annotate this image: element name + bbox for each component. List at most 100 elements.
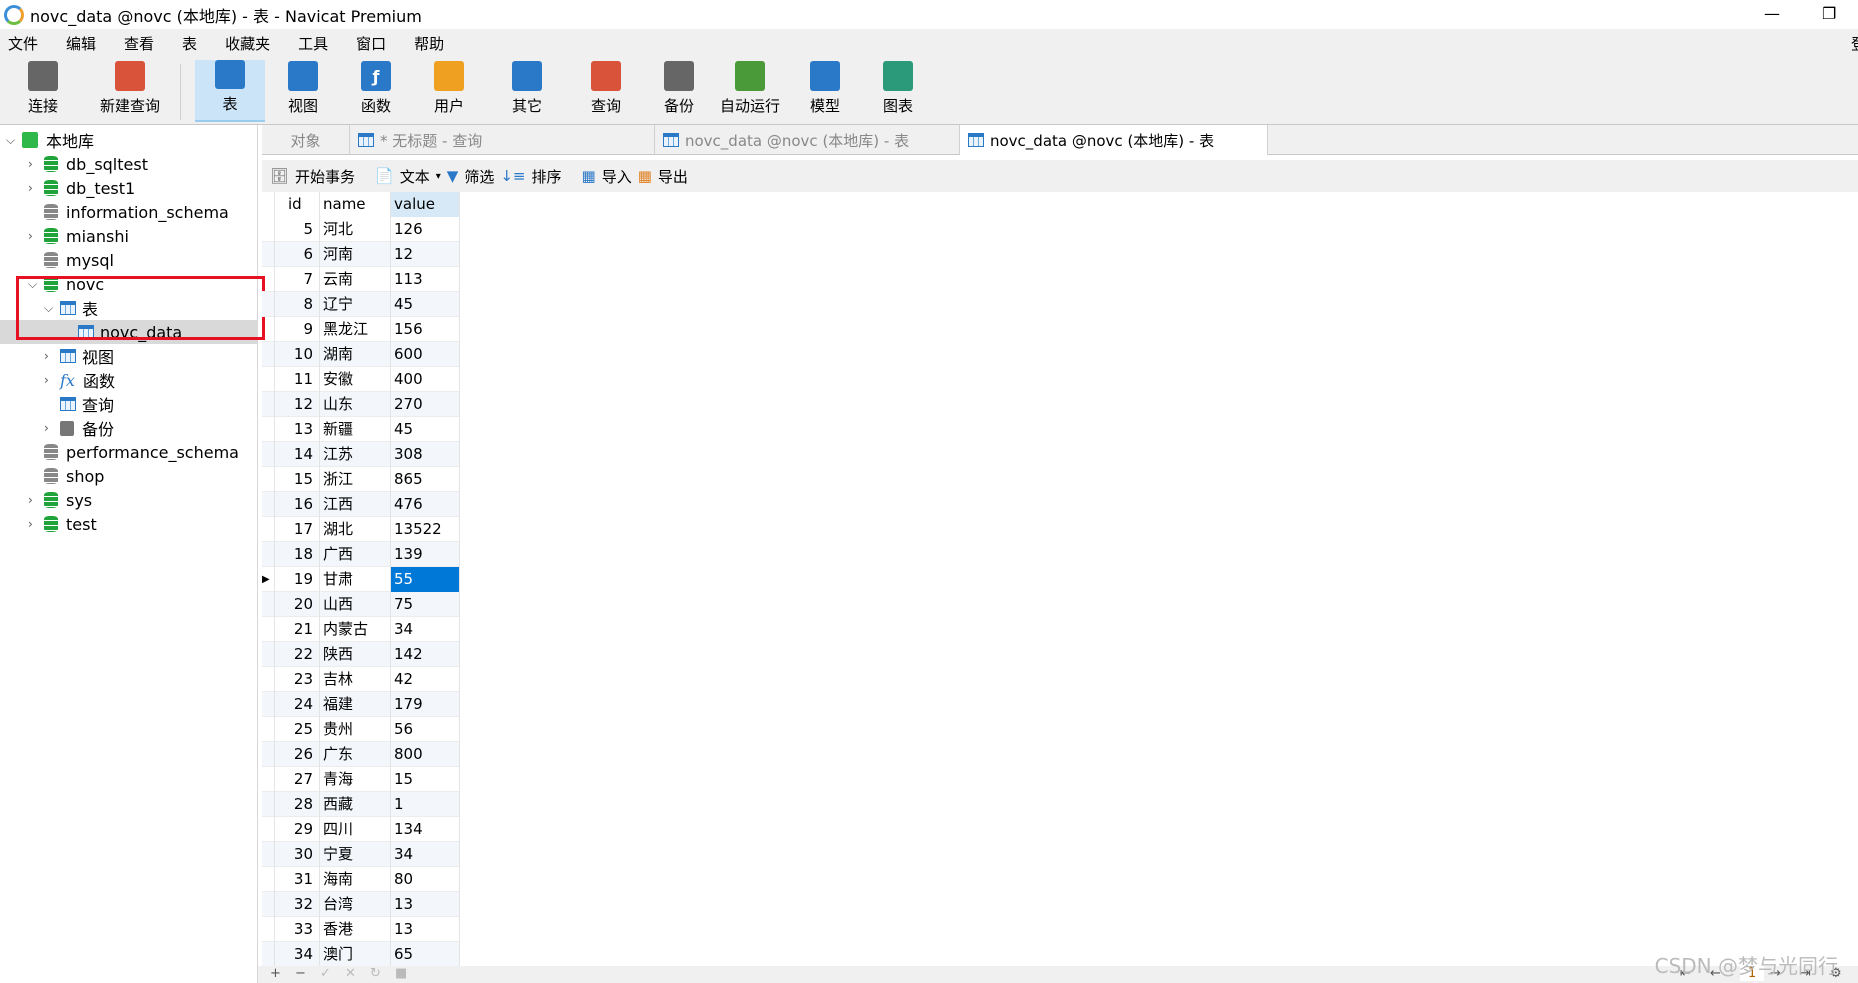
menu-item[interactable]: 文件: [8, 33, 38, 54]
table-row[interactable]: 5 河北 126: [262, 217, 460, 242]
row-indicator[interactable]: [262, 717, 275, 742]
id-cell[interactable]: 10: [275, 342, 320, 367]
name-cell[interactable]: 香港: [320, 917, 391, 942]
value-cell[interactable]: 142: [391, 642, 460, 667]
menu-item[interactable]: 查看: [124, 33, 154, 54]
value-cell[interactable]: 13: [391, 892, 460, 917]
name-cell[interactable]: 安徽: [320, 367, 391, 392]
name-cell[interactable]: 湖南: [320, 342, 391, 367]
toolbar-button-8[interactable]: 备份: [644, 60, 714, 122]
value-cell[interactable]: 308: [391, 442, 460, 467]
id-cell[interactable]: 20: [275, 592, 320, 617]
table-row[interactable]: 28 西藏 1: [262, 792, 460, 817]
table-row[interactable]: 16 江西 476: [262, 492, 460, 517]
name-cell[interactable]: 贵州: [320, 717, 391, 742]
row-indicator[interactable]: [262, 242, 275, 267]
table-row[interactable]: 8 辽宁 45: [262, 292, 460, 317]
tree-item[interactable]: › db_sqltest: [0, 152, 258, 176]
record-button-1[interactable]: −: [295, 966, 306, 981]
id-cell[interactable]: 21: [275, 617, 320, 642]
toolbar-button-7[interactable]: 查询: [571, 60, 641, 122]
value-cell[interactable]: 139: [391, 542, 460, 567]
collapse-chevron-icon[interactable]: ›: [28, 493, 33, 507]
row-indicator[interactable]: [262, 442, 275, 467]
id-cell[interactable]: 12: [275, 392, 320, 417]
name-cell[interactable]: 山东: [320, 392, 391, 417]
row-indicator[interactable]: [262, 342, 275, 367]
column-header-value[interactable]: value: [391, 192, 460, 217]
table-row[interactable]: 7 云南 113: [262, 267, 460, 292]
row-indicator[interactable]: ▶: [262, 567, 275, 592]
data-grid[interactable]: id name value 5 河北 126 6 河南 12 7 云南 113 8 辽宁 45 9 黑龙江 156…: [262, 192, 460, 967]
row-indicator[interactable]: [262, 942, 275, 967]
name-cell[interactable]: 山西: [320, 592, 391, 617]
name-cell[interactable]: 江西: [320, 492, 391, 517]
name-cell[interactable]: 浙江: [320, 467, 391, 492]
row-indicator[interactable]: [262, 842, 275, 867]
record-button-0[interactable]: +: [270, 966, 281, 981]
name-cell[interactable]: 台湾: [320, 892, 391, 917]
toolbar-button-4[interactable]: ƒ 函数: [341, 60, 411, 122]
row-indicator[interactable]: [262, 642, 275, 667]
id-cell[interactable]: 8: [275, 292, 320, 317]
row-indicator[interactable]: [262, 542, 275, 567]
menu-item[interactable]: 表: [182, 33, 197, 54]
name-cell[interactable]: 湖北: [320, 517, 391, 542]
table-row[interactable]: 32 台湾 13: [262, 892, 460, 917]
table-row[interactable]: 13 新疆 45: [262, 417, 460, 442]
name-cell[interactable]: 福建: [320, 692, 391, 717]
row-indicator[interactable]: [262, 467, 275, 492]
name-cell[interactable]: 海南: [320, 867, 391, 892]
table-row[interactable]: 27 青海 15: [262, 767, 460, 792]
sort-button[interactable]: 排序: [532, 166, 562, 187]
tree-item[interactable]: › sys: [0, 488, 258, 512]
import-button[interactable]: 导入: [602, 166, 632, 187]
tree-item[interactable]: › fx 函数: [0, 368, 258, 392]
tree-item[interactable]: › mianshi: [0, 224, 258, 248]
menu-item[interactable]: 收藏夹: [225, 33, 270, 54]
menu-item[interactable]: 帮助: [414, 33, 444, 54]
row-indicator[interactable]: [262, 892, 275, 917]
table-row[interactable]: 29 四川 134: [262, 817, 460, 842]
collapse-chevron-icon[interactable]: ›: [44, 373, 49, 387]
name-cell[interactable]: 黑龙江: [320, 317, 391, 342]
row-indicator[interactable]: [262, 317, 275, 342]
name-cell[interactable]: 四川: [320, 817, 391, 842]
name-cell[interactable]: 新疆: [320, 417, 391, 442]
collapse-chevron-icon[interactable]: ›: [28, 517, 33, 531]
id-cell[interactable]: 31: [275, 867, 320, 892]
menu-item[interactable]: 窗口: [356, 33, 386, 54]
name-cell[interactable]: 西藏: [320, 792, 391, 817]
id-cell[interactable]: 6: [275, 242, 320, 267]
name-cell[interactable]: 内蒙古: [320, 617, 391, 642]
name-cell[interactable]: 澳门: [320, 942, 391, 967]
name-cell[interactable]: 青海: [320, 767, 391, 792]
id-cell[interactable]: 5: [275, 217, 320, 242]
name-cell[interactable]: 广西: [320, 542, 391, 567]
id-cell[interactable]: 9: [275, 317, 320, 342]
value-cell[interactable]: 156: [391, 317, 460, 342]
filter-button[interactable]: 筛选: [464, 166, 494, 187]
menu-item[interactable]: 编辑: [66, 33, 96, 54]
toolbar-button-3[interactable]: 视图: [268, 60, 338, 122]
value-cell[interactable]: 270: [391, 392, 460, 417]
row-indicator[interactable]: [262, 592, 275, 617]
row-indicator[interactable]: [262, 867, 275, 892]
menu-item[interactable]: 工具: [298, 33, 328, 54]
table-row[interactable]: 22 陕西 142: [262, 642, 460, 667]
table-row[interactable]: 6 河南 12: [262, 242, 460, 267]
name-cell[interactable]: 辽宁: [320, 292, 391, 317]
id-cell[interactable]: 34: [275, 942, 320, 967]
tab-2[interactable]: novc_data @novc (本地库) - 表: [960, 125, 1268, 155]
row-indicator[interactable]: [262, 417, 275, 442]
row-indicator[interactable]: [262, 617, 275, 642]
value-cell[interactable]: 400: [391, 367, 460, 392]
id-cell[interactable]: 11: [275, 367, 320, 392]
name-cell[interactable]: 宁夏: [320, 842, 391, 867]
table-row[interactable]: 26 广东 800: [262, 742, 460, 767]
id-cell[interactable]: 26: [275, 742, 320, 767]
tree-item[interactable]: › test: [0, 512, 258, 536]
table-row[interactable]: 11 安徽 400: [262, 367, 460, 392]
value-cell[interactable]: 12: [391, 242, 460, 267]
toolbar-button-2[interactable]: 表: [195, 60, 265, 122]
